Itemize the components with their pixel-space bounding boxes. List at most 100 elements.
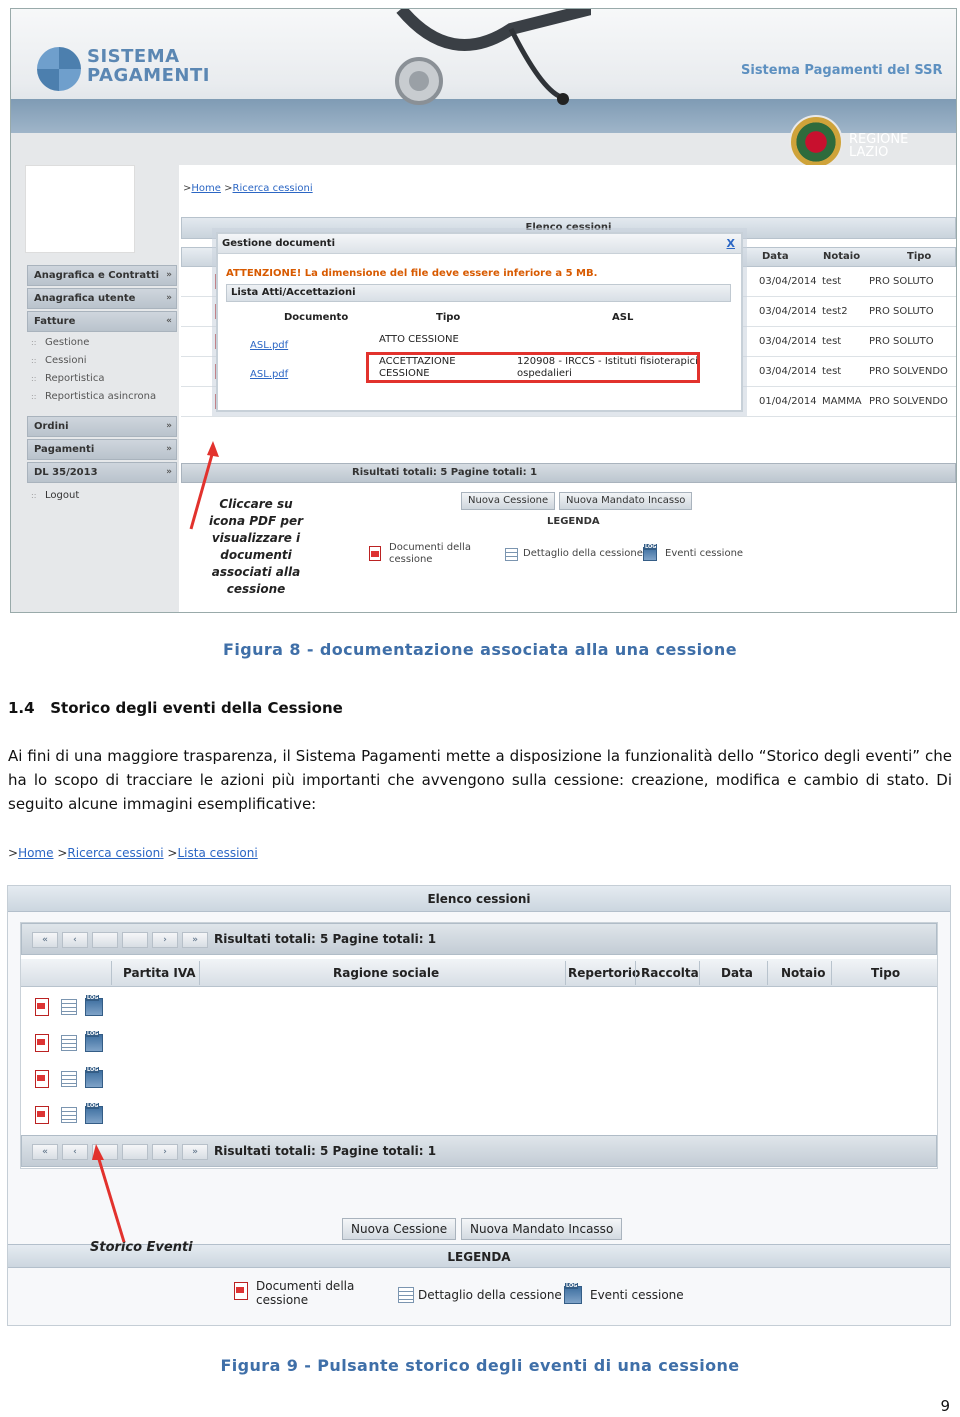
sidebar-item-label: Fatture [34, 316, 76, 327]
pdf-icon[interactable] [35, 1106, 49, 1124]
prev-page-button[interactable]: ‹ [62, 932, 88, 948]
first-page-button[interactable]: « [32, 1144, 58, 1160]
breadcrumb: >Home >Ricerca cessioni [183, 183, 313, 194]
sistema-pagamenti-logo-icon [37, 47, 81, 91]
sidebar-subitem-cessioni[interactable]: Cessioni [27, 352, 177, 370]
pager-results-text: Risultati totali: 5 Pagine totali: 1 [352, 467, 538, 478]
eventi-log-icon [643, 544, 658, 561]
sidebar-subitem-gestione[interactable]: Gestione [27, 334, 177, 352]
dettaglio-icon[interactable] [61, 999, 77, 1015]
cessioni-grid: « ‹ › » Risultati totali: 5 Pagine total… [20, 922, 938, 1169]
sidebar-menu: Anagrafica e Contratti » Anagrafica utent… [27, 265, 177, 505]
eventi-log-icon[interactable] [85, 1067, 103, 1088]
sidebar-item-fatture[interactable]: Fatture « [27, 311, 177, 332]
figure-9-screenshot: Elenco cessioni « ‹ › » Risultati totali… [7, 885, 951, 1326]
sidebar-item-ordini[interactable]: Ordini » [27, 416, 177, 437]
breadcrumb-home-link[interactable]: Home [18, 846, 53, 860]
cell-data: 03/04/2014 [759, 336, 817, 347]
last-page-button[interactable]: » [182, 932, 208, 948]
cell-data: 01/04/2014 [759, 396, 817, 407]
first-page-button[interactable]: « [32, 932, 58, 948]
sidebar-item-pagamenti[interactable]: Pagamenti » [27, 439, 177, 460]
modal-cell-tipo: ATTO CESSIONE [379, 334, 459, 345]
last-page-button[interactable]: » [182, 1144, 208, 1160]
dettaglio-icon[interactable] [61, 1107, 77, 1123]
cell-notaio: test2 [822, 306, 848, 317]
pdf-icon[interactable] [35, 998, 49, 1016]
pager-results-text: Risultati totali: 5 Pagine totali: 1 [214, 1144, 437, 1158]
next-page-button[interactable]: › [152, 932, 178, 948]
logout-link[interactable]: Logout [27, 487, 177, 505]
sidebar-item-anagrafica-utente[interactable]: Anagrafica utente » [27, 288, 177, 309]
pdf-icon[interactable] [35, 1070, 49, 1088]
dettaglio-icon[interactable] [61, 1035, 77, 1051]
column-header-repertorio[interactable]: Repertorio [568, 966, 640, 980]
sidebar-subitem-reportistica-asincrona[interactable]: Reportistica asincrona [27, 388, 177, 416]
dettaglio-icon[interactable] [61, 1071, 77, 1087]
next-page-button[interactable]: › [152, 1144, 178, 1160]
column-header-ragione-sociale[interactable]: Ragione sociale [333, 966, 439, 980]
column-separator [199, 961, 200, 985]
cell-tipo: PRO SOLVENDO [869, 396, 948, 407]
column-header-notaio[interactable]: Notaio [823, 251, 860, 262]
page-button[interactable] [92, 932, 118, 948]
breadcrumb-lista-cessioni-link[interactable]: Lista cessioni [177, 846, 257, 860]
column-header-tipo[interactable]: Tipo [907, 251, 931, 262]
sidebar-blank-panel [25, 165, 135, 253]
chevron-down-icon: » [166, 467, 172, 477]
cell-notaio: test [822, 336, 842, 347]
column-separator [699, 961, 700, 985]
logo-line-1: SISTEMA [87, 46, 180, 67]
column-header-tipo[interactable]: Tipo [871, 966, 900, 980]
nuova-mandato-incasso-button[interactable]: Nuova Mandato Incasso [461, 1218, 623, 1240]
breadcrumb-separator: > [8, 846, 19, 860]
breadcrumb-separator: > [224, 183, 233, 194]
eventi-log-icon[interactable] [85, 995, 103, 1016]
breadcrumb-ricerca-cessioni-link[interactable]: Ricerca cessioni [67, 846, 163, 860]
cell-tipo: PRO SOLUTO [869, 306, 934, 317]
document-link[interactable]: ASL.pdf [250, 369, 288, 381]
eventi-log-icon[interactable] [85, 1103, 103, 1124]
eventi-log-icon[interactable] [85, 1031, 103, 1052]
document-link[interactable]: ASL.pdf [250, 340, 288, 352]
cell-notaio: test [822, 366, 842, 377]
nuova-cessione-button[interactable]: Nuova Cessione [461, 492, 556, 510]
chevron-down-icon: » [166, 293, 172, 303]
breadcrumb: >Home >Ricerca cessioni >Lista cessioni [8, 846, 258, 860]
column-header-data[interactable]: Data [721, 966, 753, 980]
modal-column-documento: Documento [284, 312, 349, 323]
nuova-mandato-incasso-button[interactable]: Nuova Mandato Incasso [559, 492, 693, 510]
column-header-notaio[interactable]: Notaio [781, 966, 825, 980]
table-row [21, 1025, 111, 1061]
cell-notaio: test [822, 276, 842, 287]
figure-9-caption: Figura 9 - Pulsante storico degli eventi… [220, 1356, 740, 1375]
sidebar-item-dl-35-2013[interactable]: DL 35/2013 » [27, 462, 177, 483]
page-button[interactable] [122, 932, 148, 948]
regione-lazio-emblem-icon [789, 115, 843, 169]
pdf-icon[interactable] [35, 1034, 49, 1052]
breadcrumb-home-link[interactable]: Home [191, 183, 221, 194]
table-header: Partita IVA Ragione sociale Repertorio R… [21, 959, 937, 987]
prev-page-button[interactable]: ‹ [62, 1144, 88, 1160]
table-row [21, 1097, 111, 1133]
chevron-up-icon: « [166, 316, 172, 326]
legend-documenti: Documenti della cessione [389, 542, 471, 565]
legend-documenti: Documenti della cessione [256, 1279, 355, 1307]
close-icon[interactable]: X [727, 234, 735, 253]
legend-dettaglio: Dettaglio della cessione [418, 1288, 562, 1302]
callout-arrow [92, 1144, 126, 1243]
region-line-2: LAZIO [849, 145, 889, 160]
sidebar-subitem-reportistica[interactable]: Reportistica [27, 370, 177, 388]
nuova-cessione-button[interactable]: Nuova Cessione [342, 1218, 457, 1240]
breadcrumb-ricerca-cessioni-link[interactable]: Ricerca cessioni [233, 183, 313, 194]
column-header-partita-iva[interactable]: Partita IVA [123, 966, 196, 980]
breadcrumb-separator: > [167, 846, 178, 860]
highlight-box [366, 352, 700, 383]
sidebar-item-label: Anagrafica e Contratti [34, 270, 160, 281]
region-name: REGIONE LAZIO [849, 133, 908, 159]
elenco-cessioni-title: Elenco cessioni [8, 886, 950, 912]
column-header-raccolta[interactable]: Raccolta [641, 966, 699, 980]
column-header-data[interactable]: Data [762, 251, 789, 262]
sidebar-item-anagrafica-contratti[interactable]: Anagrafica e Contratti » [27, 265, 177, 286]
dettaglio-icon [505, 548, 518, 561]
